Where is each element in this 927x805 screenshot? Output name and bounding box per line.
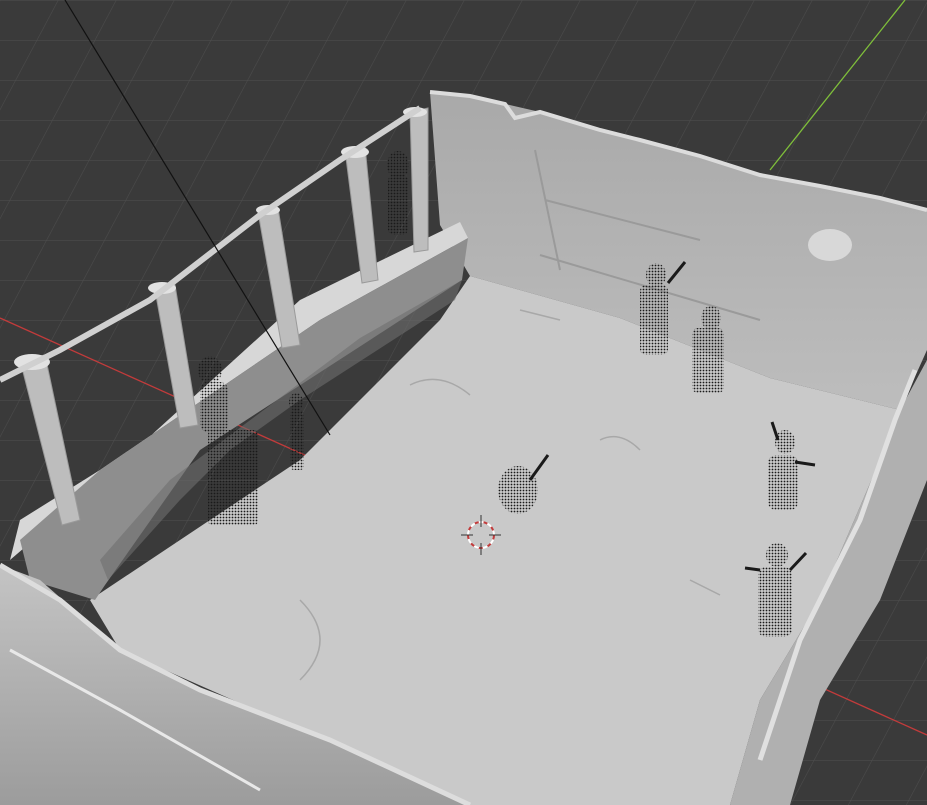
mesh-wall-fixture xyxy=(808,229,852,261)
viewport-canvas[interactable] xyxy=(0,0,927,805)
3d-viewport[interactable] xyxy=(0,0,927,805)
